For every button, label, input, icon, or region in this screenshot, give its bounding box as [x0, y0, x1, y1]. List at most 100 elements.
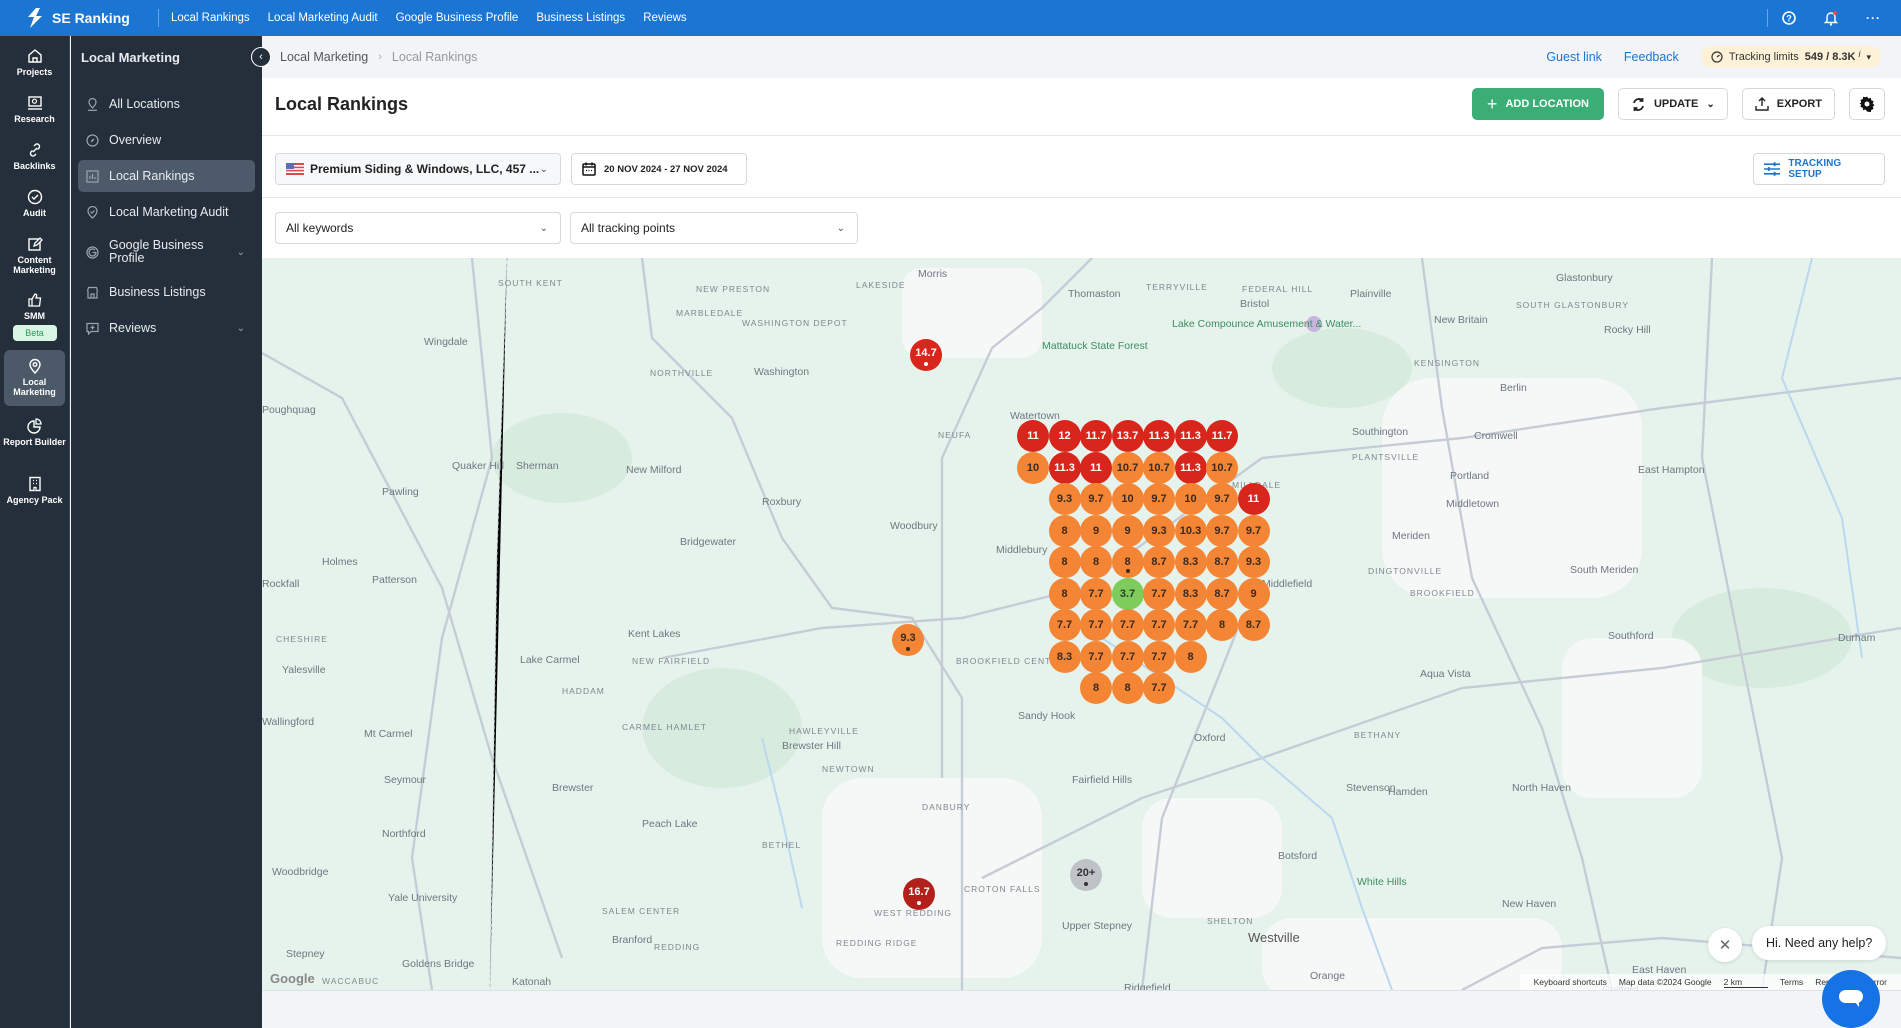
ranking-grid-point[interactable]: 11	[1237, 483, 1270, 515]
ranking-outlier-point[interactable]: 14.7	[910, 339, 942, 371]
ranking-grid-point[interactable]: 7.7	[1143, 640, 1175, 673]
add-location-button[interactable]: + ADD LOCATION	[1471, 88, 1604, 120]
feedback-link[interactable]: Feedback	[1624, 50, 1679, 64]
tracking-setup-button[interactable]: TRACKING SETUP	[1753, 153, 1885, 185]
ranking-grid-point[interactable]: 8.3	[1048, 640, 1081, 673]
ranking-grid-point[interactable]: 11	[1017, 420, 1049, 452]
update-button[interactable]: UPDATE ⌄	[1617, 88, 1728, 120]
ranking-grid-point[interactable]: 8.7	[1206, 577, 1238, 610]
settings-button[interactable]	[1849, 88, 1885, 120]
ranking-grid-point[interactable]: 9.7	[1080, 483, 1112, 515]
ranking-grid-point[interactable]: 8	[1048, 577, 1081, 610]
ranking-grid-point[interactable]: 7.7	[1048, 609, 1081, 641]
ranking-grid-point[interactable]: 7.7	[1143, 577, 1175, 610]
sidebar-item-business-listings[interactable]: Business Listings	[78, 276, 255, 308]
ranking-grid-point[interactable]: 11.7	[1080, 420, 1112, 452]
ranking-grid-point[interactable]: 8.7	[1237, 609, 1270, 641]
top-nav-local-rankings[interactable]: Local Rankings	[171, 12, 250, 24]
rail-item-agency-pack[interactable]: Agency Pack	[0, 464, 69, 511]
ranking-grid-point[interactable]: 8	[1048, 546, 1081, 578]
help-icon[interactable]: ?	[1782, 11, 1796, 25]
chevron-down-icon[interactable]: ⌄	[237, 323, 245, 334]
tracking-points-select[interactable]: All tracking points ⌄	[570, 212, 858, 244]
ranking-outlier-point[interactable]: 16.7	[903, 878, 935, 910]
rail-item-smm[interactable]: SMM Beta	[0, 280, 69, 350]
export-button[interactable]: EXPORT	[1741, 88, 1835, 120]
top-nav-google-business-profile[interactable]: Google Business Profile	[396, 12, 519, 24]
top-nav-business-listings[interactable]: Business Listings	[536, 12, 625, 24]
ranking-grid-point[interactable]: 7.7	[1143, 672, 1175, 704]
ranking-grid-point[interactable]: 7.7	[1111, 609, 1144, 641]
sidebar-item-google-business-profile[interactable]: Google Business Profile ⌄	[78, 232, 255, 272]
keywords-select[interactable]: All keywords ⌄	[275, 212, 561, 244]
collapse-sidebar-button[interactable]: ‹	[251, 47, 271, 67]
rankings-map[interactable]: SOUTH KENT NEW PRESTON MARBLEDALE WASHINGTO…	[262, 258, 1901, 990]
ranking-grid-point[interactable]: 12	[1048, 420, 1081, 452]
guest-link[interactable]: Guest link	[1546, 50, 1602, 64]
ranking-grid-point[interactable]: 7.7	[1080, 609, 1112, 641]
ranking-grid-point[interactable]: 8	[1048, 514, 1081, 547]
terms-link[interactable]: Terms	[1780, 977, 1803, 987]
ranking-grid-point[interactable]: 9	[1080, 514, 1112, 547]
ranking-grid-point[interactable]: 11.3	[1048, 451, 1081, 484]
rail-item-backlinks[interactable]: Backlinks	[0, 130, 69, 177]
ranking-grid-point[interactable]: 11.3	[1143, 420, 1175, 452]
ranking-grid-point[interactable]: 10	[1174, 483, 1207, 515]
chat-prompt[interactable]: Hi. Need any help?	[1752, 926, 1887, 960]
ranking-grid-point[interactable]: 3.7	[1111, 577, 1144, 610]
sidebar-item-all-locations[interactable]: All Locations	[78, 88, 255, 120]
ranking-grid-point[interactable]: 7.7	[1080, 577, 1112, 610]
ranking-grid-point[interactable]: 10	[1111, 483, 1144, 515]
ranking-grid-point[interactable]: 11	[1080, 451, 1112, 484]
ranking-grid-point[interactable]: 9.3	[1048, 483, 1081, 515]
location-select[interactable]: Premium Siding & Windows, LLC, 457 ... ⌄	[275, 153, 561, 185]
brand-logo[interactable]: SE Ranking	[26, 8, 146, 28]
ranking-grid-point[interactable]: 11.3	[1174, 451, 1207, 484]
ranking-grid-point[interactable]: 9.3	[1143, 514, 1175, 547]
rail-item-content-marketing[interactable]: Content Marketing	[0, 224, 69, 280]
ranking-grid-point[interactable]: 9	[1111, 514, 1144, 547]
ranking-grid-point[interactable]: 8.7	[1143, 546, 1175, 578]
ranking-grid-point[interactable]: 9	[1237, 577, 1270, 610]
ranking-grid-point[interactable]: 9.7	[1143, 483, 1175, 515]
sidebar-item-overview[interactable]: Overview	[78, 124, 255, 156]
chat-launcher-button[interactable]	[1822, 970, 1880, 1028]
ranking-grid-point[interactable]: 8.3	[1174, 546, 1207, 578]
ranking-grid-point[interactable]: 10.7	[1111, 451, 1144, 484]
close-chat-prompt-button[interactable]: ✕	[1708, 928, 1742, 962]
ranking-grid-point[interactable]: 13.7	[1111, 420, 1144, 452]
ranking-grid-point[interactable]: 8	[1206, 609, 1238, 641]
top-nav-local-marketing-audit[interactable]: Local Marketing Audit	[268, 12, 378, 24]
ranking-grid-point[interactable]: 7.7	[1111, 640, 1144, 673]
ranking-grid-point[interactable]: 10	[1017, 451, 1049, 484]
ranking-grid-point[interactable]: 9.7	[1206, 483, 1238, 515]
ranking-grid-point[interactable]: 9.3	[1237, 546, 1270, 578]
ranking-grid-point[interactable]: 7.7	[1174, 609, 1207, 641]
rail-item-research[interactable]: Research	[0, 83, 69, 130]
rail-item-audit[interactable]: Audit	[0, 177, 69, 224]
ranking-outlier-point[interactable]: 9.3	[892, 624, 924, 656]
ranking-grid-point[interactable]: 11.7	[1206, 420, 1238, 452]
ranking-grid-point[interactable]: 7.7	[1080, 640, 1112, 673]
ranking-grid-point[interactable]: 8	[1080, 672, 1112, 704]
ranking-grid-point[interactable]: 7.7	[1143, 609, 1175, 641]
ranking-grid-point[interactable]: 8.3	[1174, 577, 1207, 610]
ranking-grid-point[interactable]: 8.7	[1206, 546, 1238, 578]
ranking-grid-point[interactable]: 9.7	[1237, 514, 1270, 547]
ranking-grid-point[interactable]: 11.3	[1174, 420, 1207, 452]
ranking-grid-point[interactable]: 8	[1111, 672, 1144, 704]
more-menu-icon[interactable]: ···	[1866, 11, 1881, 25]
chevron-down-icon[interactable]: ⌄	[237, 246, 245, 259]
ranking-grid-point[interactable]: 10.7	[1206, 451, 1238, 484]
rail-item-projects[interactable]: Projects	[0, 36, 69, 83]
rail-item-report-builder[interactable]: Report Builder	[0, 406, 69, 464]
ranking-grid-point[interactable]: 10.3	[1174, 514, 1207, 547]
ranking-grid-point[interactable]: 8	[1174, 640, 1207, 673]
ranking-grid-point[interactable]: 8	[1111, 546, 1144, 578]
sidebar-item-local-rankings[interactable]: Local Rankings	[78, 160, 255, 192]
ranking-grid-point[interactable]: 10.7	[1143, 451, 1175, 484]
sidebar-item-local-marketing-audit[interactable]: Local Marketing Audit	[78, 196, 255, 228]
breadcrumb-parent[interactable]: Local Marketing	[280, 50, 368, 64]
sidebar-item-reviews[interactable]: Reviews ⌄	[78, 312, 255, 344]
rail-item-local-marketing[interactable]: Local Marketing	[4, 350, 65, 406]
